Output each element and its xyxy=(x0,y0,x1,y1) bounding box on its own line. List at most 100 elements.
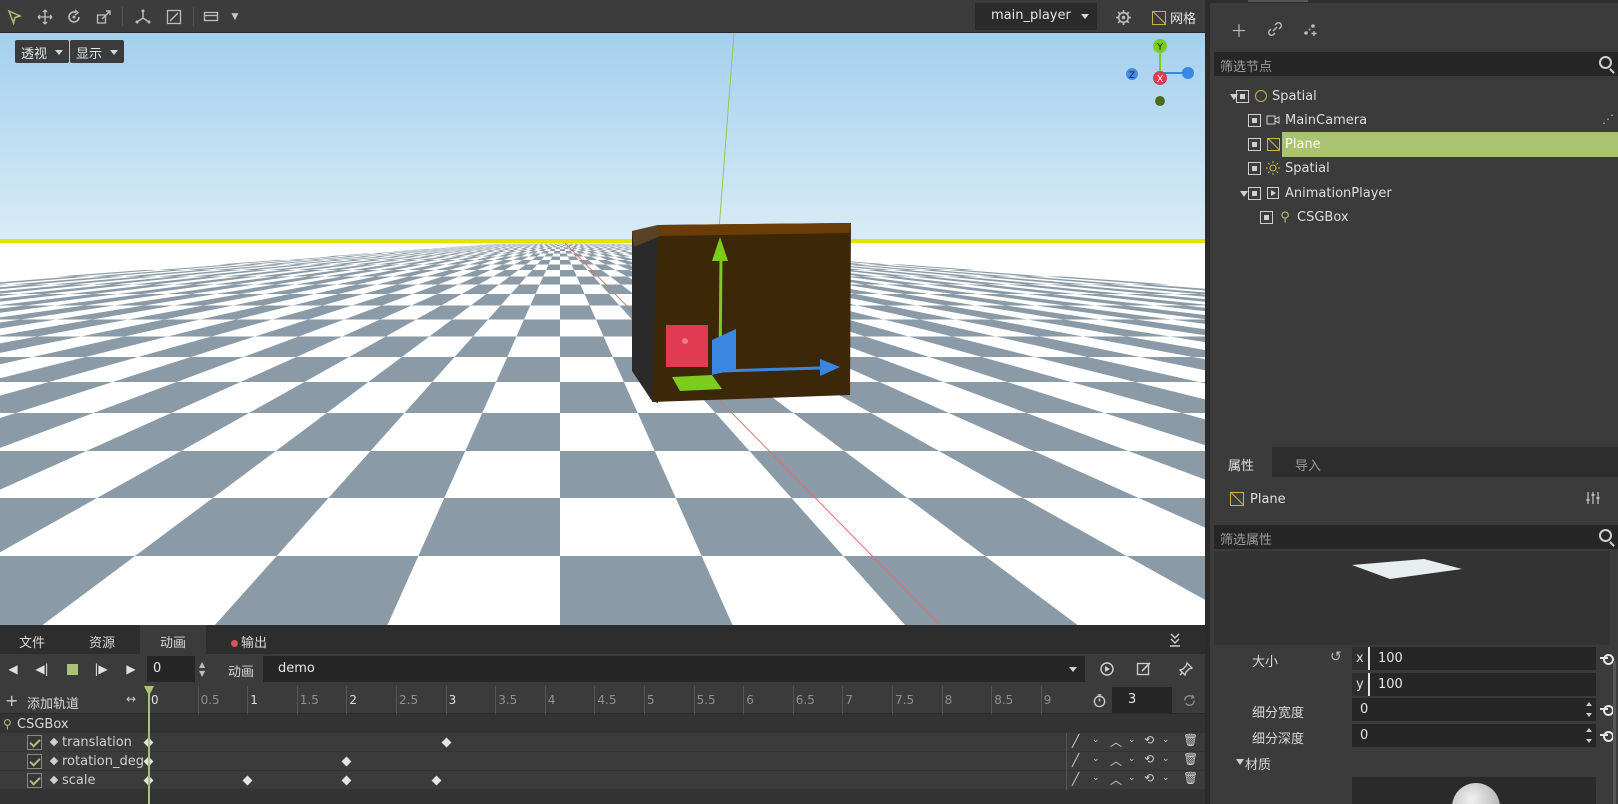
chevron-down-icon[interactable]: ⌄ xyxy=(1092,735,1100,745)
tab-output[interactable]: 输出 xyxy=(214,625,284,654)
keyframe-key-icon[interactable] xyxy=(1600,653,1614,665)
wrap-mode-icon[interactable]: ︿ xyxy=(1110,771,1122,788)
chevron-down-icon[interactable] xyxy=(1240,191,1248,197)
move-tool-icon[interactable] xyxy=(34,6,56,28)
tab-resources[interactable]: 资源 xyxy=(70,625,134,654)
loop-wrap-icon[interactable]: ⟲ xyxy=(1144,771,1154,785)
tree-node[interactable]: AnimationPlayer xyxy=(1210,181,1618,206)
timeline-ruler[interactable]: + 添加轨道 ↔ 0 0.5 1 1.5 2 2.5 3 3.5 4 4.5 5 5.5 6 6.5 7 7.… xyxy=(0,686,1205,714)
grid-toggle-button[interactable]: 网格 xyxy=(1152,8,1196,27)
pin-panel-icon[interactable] xyxy=(1164,629,1186,651)
keyframe[interactable] xyxy=(341,775,352,786)
display-menu[interactable]: 显示 xyxy=(70,40,125,63)
signal-icon[interactable]: ⋰ xyxy=(1602,112,1614,126)
perspective-menu[interactable]: 透视 xyxy=(15,40,70,63)
loop-wrap-icon[interactable]: ⟲ xyxy=(1144,752,1154,766)
animation-select[interactable]: demo xyxy=(263,656,1085,682)
chevron-down-icon[interactable]: ⌄ xyxy=(1128,735,1136,745)
keyframe[interactable] xyxy=(441,737,452,748)
select-tool-icon[interactable] xyxy=(4,6,26,28)
keyframe-key-icon[interactable] xyxy=(1600,704,1614,716)
visibility-icon[interactable] xyxy=(1236,90,1249,103)
scale-tool-icon[interactable] xyxy=(93,6,115,28)
size-x-field[interactable]: 100 xyxy=(1370,647,1596,670)
play-from-start-icon[interactable]: ▶ xyxy=(123,661,139,677)
tab-animation[interactable]: 动画 xyxy=(140,625,206,654)
3d-viewport[interactable]: 透视 显示 Y Z X xyxy=(0,33,1205,625)
wrap-mode-icon[interactable]: ︿ xyxy=(1110,733,1122,750)
object-properties-icon[interactable] xyxy=(1582,487,1604,509)
tree-node[interactable]: Spatial xyxy=(1210,156,1618,181)
subdivide-width-field[interactable]: 0 xyxy=(1352,698,1596,721)
visibility-icon[interactable] xyxy=(1248,162,1261,175)
local-space-icon[interactable] xyxy=(132,6,154,28)
visibility-icon[interactable] xyxy=(1248,187,1261,200)
rotate-tool-icon[interactable] xyxy=(63,6,85,28)
size-y-field[interactable]: 100 xyxy=(1370,673,1596,696)
track-enable-checkbox[interactable] xyxy=(27,754,42,769)
add-node-icon[interactable]: ＋ xyxy=(1227,17,1251,42)
tree-node[interactable]: MainCamera ⋰ xyxy=(1210,108,1618,133)
chevron-down-icon[interactable]: ⌄ xyxy=(1162,735,1170,745)
chevron-down-icon[interactable]: ▼ xyxy=(224,6,246,28)
playhead[interactable] xyxy=(148,686,150,804)
fit-icon[interactable]: ↔ xyxy=(126,692,136,706)
instance-scene-icon[interactable] xyxy=(1298,17,1322,41)
track-row[interactable]: scale ╱ ⌄ ︿ ⌄ ⟲ ⌄ 🗑 xyxy=(0,771,1205,790)
chevron-down-icon[interactable]: ⌄ xyxy=(1128,754,1136,764)
play-icon[interactable]: |▶ xyxy=(93,661,109,677)
tab-import[interactable]: 导入 xyxy=(1276,447,1340,477)
node-filter-input[interactable]: 筛选节点 xyxy=(1214,52,1618,76)
interpolation-icon[interactable]: ╱ xyxy=(1072,772,1079,786)
visibility-icon[interactable] xyxy=(1248,114,1261,127)
keyframe-key-icon[interactable] xyxy=(1600,730,1614,742)
link-icon[interactable] xyxy=(1263,17,1287,41)
keyframe[interactable] xyxy=(341,756,352,767)
edit-animation-icon[interactable] xyxy=(1133,658,1155,680)
visibility-icon[interactable] xyxy=(1260,211,1273,224)
tree-node[interactable]: ⚲ CSGBox xyxy=(1210,205,1618,230)
material-section[interactable]: 材质 xyxy=(1210,750,1618,774)
chevron-down-icon[interactable]: ⌄ xyxy=(1162,754,1170,764)
inspector-scrollbar[interactable] xyxy=(1613,661,1616,804)
track-row[interactable]: translation ╱ ⌄ ︿ ⌄ ⟲ ⌄ 🗑 xyxy=(0,733,1205,752)
stop-icon[interactable] xyxy=(64,661,80,677)
visibility-icon[interactable] xyxy=(1248,138,1261,151)
tab-inspector[interactable]: 属性 xyxy=(1210,447,1272,477)
chevron-down-icon[interactable]: ⌄ xyxy=(1162,773,1170,783)
reset-icon[interactable]: ↺ xyxy=(1330,649,1342,665)
keyframe[interactable] xyxy=(431,775,442,786)
trash-icon[interactable]: 🗑 xyxy=(1183,733,1198,747)
loop-icon[interactable] xyxy=(1178,689,1200,711)
subdivide-depth-field[interactable]: 0 xyxy=(1352,724,1596,747)
track-enable-checkbox[interactable] xyxy=(27,735,42,750)
wrap-mode-icon[interactable]: ︿ xyxy=(1110,752,1122,769)
property-filter-input[interactable]: 筛选属性 xyxy=(1214,525,1618,549)
stepper-icon[interactable] xyxy=(1584,724,1596,747)
snap-icon[interactable] xyxy=(163,6,185,28)
tree-node[interactable]: Spatial xyxy=(1210,84,1618,109)
length-field[interactable]: 3 xyxy=(1112,687,1172,713)
animation-timeline[interactable]: + 添加轨道 ↔ 0 0.5 1 1.5 2 2.5 3 3.5 4 4.5 5 5.5 6 6.5 7 7.… xyxy=(0,686,1205,804)
interpolation-icon[interactable]: ╱ xyxy=(1072,753,1079,767)
orientation-gizmo[interactable]: Y Z X xyxy=(1120,33,1200,113)
chevron-down-icon[interactable]: ⌄ xyxy=(1092,754,1100,764)
loop-wrap-icon[interactable]: ⟲ xyxy=(1144,733,1154,747)
interpolation-icon[interactable]: ╱ xyxy=(1072,734,1079,748)
gear-icon[interactable] xyxy=(1112,6,1134,28)
keyframe[interactable] xyxy=(242,775,253,786)
trash-icon[interactable]: 🗑 xyxy=(1183,771,1198,785)
play-backwards-icon[interactable]: ◀| xyxy=(34,661,50,677)
material-preview[interactable] xyxy=(1352,777,1596,804)
track-row[interactable]: rotation_degrees ╱ ⌄ ︿ ⌄ ⟲ ⌄ 🗑 xyxy=(0,752,1205,771)
autoplay-icon[interactable] xyxy=(1096,658,1118,680)
tab-filesystem[interactable]: 文件 xyxy=(0,625,64,654)
tree-node[interactable]: Plane xyxy=(1210,132,1618,157)
chevron-down-icon[interactable]: ⌄ xyxy=(1128,773,1136,783)
time-stepper[interactable]: ▲ ▼ xyxy=(199,660,205,678)
track-group-header[interactable]: ⚲ CSGBox xyxy=(0,715,1205,733)
trash-icon[interactable]: 🗑 xyxy=(1183,752,1198,766)
pin-icon[interactable] xyxy=(1175,658,1197,680)
current-time-field[interactable]: 0 xyxy=(147,656,195,682)
chevron-down-icon[interactable]: ⌄ xyxy=(1092,773,1100,783)
